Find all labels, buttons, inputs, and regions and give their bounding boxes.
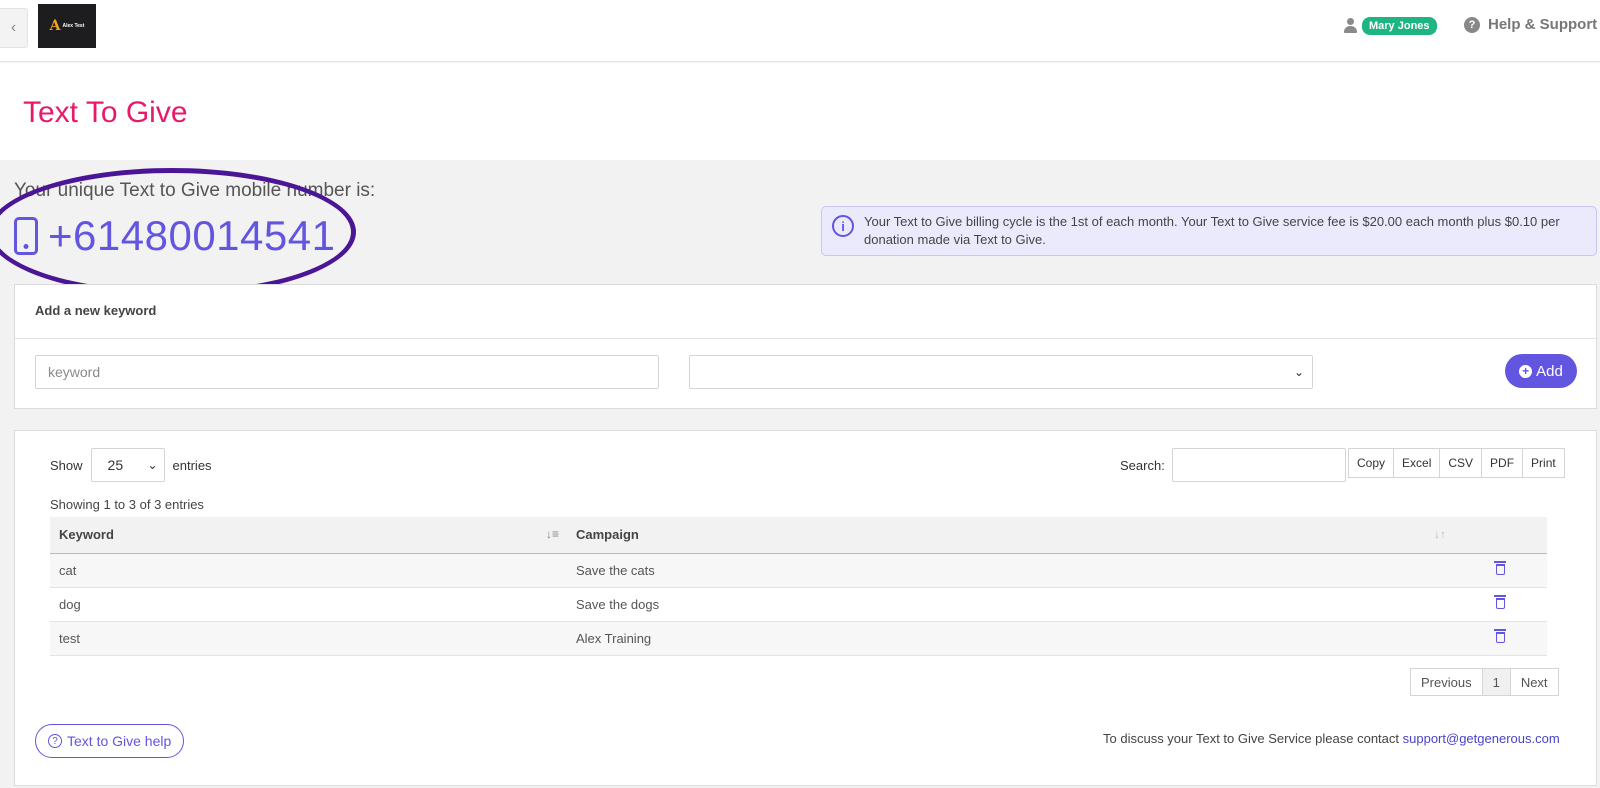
mobile-number-row: +61480014541 xyxy=(14,212,335,260)
support-email-link[interactable]: support@getgenerous.com xyxy=(1403,731,1560,746)
question-circle-icon: ? xyxy=(48,734,62,748)
info-icon: i xyxy=(832,215,854,237)
page-length-control: Show 25 ⌄ entries xyxy=(50,448,212,482)
trash-icon xyxy=(1494,594,1506,609)
billing-info-alert: i Your Text to Give billing cycle is the… xyxy=(821,206,1597,256)
keyword-cell: dog xyxy=(50,587,567,622)
contact-label: To discuss your Text to Give Service ple… xyxy=(1103,731,1400,746)
copy-button[interactable]: Copy xyxy=(1348,448,1395,478)
page-1-button[interactable]: 1 xyxy=(1481,668,1511,696)
add-keyword-heading: Add a new keyword xyxy=(15,285,1596,339)
column-header-actions xyxy=(1454,517,1547,554)
trash-icon xyxy=(1494,628,1506,643)
top-bar: ‹ A Alex Test Mary Jones ? Help & Suppor… xyxy=(0,0,1600,62)
org-logo[interactable]: A Alex Test xyxy=(38,4,96,48)
user-icon xyxy=(1344,18,1357,34)
help-support-label: Help & Support xyxy=(1488,16,1598,33)
pdf-button[interactable]: PDF xyxy=(1481,448,1524,478)
text-to-give-help-button[interactable]: ? Text to Give help xyxy=(35,724,185,758)
logo-text: Alex Test xyxy=(62,23,85,29)
user-name-badge[interactable]: Mary Jones xyxy=(1362,17,1437,35)
keywords-table: Keyword ↓≡ Campaign ↓↑ cat Save the cats d… xyxy=(50,517,1547,656)
page-length-select[interactable]: 25 ⌄ xyxy=(90,448,165,482)
excel-button[interactable]: Excel xyxy=(1393,448,1441,478)
previous-page-button[interactable]: Previous xyxy=(1410,668,1483,696)
entries-label: entries xyxy=(172,457,212,473)
pagination: Previous 1 Next xyxy=(1410,668,1559,696)
campaign-cell: Alex Training xyxy=(567,621,1454,656)
title-band xyxy=(0,63,1600,160)
print-button[interactable]: Print xyxy=(1522,448,1565,478)
help-support-link[interactable]: ? Help & Support xyxy=(1464,16,1597,33)
delete-button[interactable] xyxy=(1454,621,1547,656)
add-keyword-button[interactable]: + Add xyxy=(1505,354,1577,388)
table-search: Search: xyxy=(1120,448,1346,482)
keyword-cell: cat xyxy=(50,553,567,588)
chevron-left-icon: ‹ xyxy=(10,19,17,36)
sort-asc-icon: ↓≡ xyxy=(545,527,559,541)
page-length-value: 25 xyxy=(107,457,124,473)
question-circle-icon: ? xyxy=(1464,16,1480,33)
logo-mark: A xyxy=(49,18,61,34)
page-title: Text To Give xyxy=(23,96,188,129)
mobile-phone-icon xyxy=(14,217,38,255)
table-row: dog Save the dogs xyxy=(50,587,1547,622)
plus-circle-icon: + xyxy=(1519,364,1533,378)
chevron-down-icon: ⌄ xyxy=(147,458,158,472)
keyword-cell: test xyxy=(50,621,567,656)
csv-button[interactable]: CSV xyxy=(1439,448,1483,478)
export-buttons: Copy Excel CSV PDF Print xyxy=(1348,448,1565,478)
billing-info-text: Your Text to Give billing cycle is the 1… xyxy=(864,214,1560,247)
contact-text: To discuss your Text to Give Service ple… xyxy=(1103,731,1560,746)
mobile-number-value: +61480014541 xyxy=(48,212,336,259)
next-page-button[interactable]: Next xyxy=(1509,668,1559,696)
table-row: test Alex Training xyxy=(50,621,1547,656)
back-button[interactable]: ‹ xyxy=(0,8,28,48)
column-header-campaign[interactable]: Campaign ↓↑ xyxy=(567,517,1454,554)
column-header-keyword[interactable]: Keyword ↓≡ xyxy=(50,517,567,554)
keywords-table-card: Show 25 ⌄ entries Search: Copy Excel CSV… xyxy=(14,430,1597,786)
user-menu[interactable]: Mary Jones xyxy=(1344,17,1437,35)
campaign-select[interactable]: ⌄ xyxy=(689,355,1313,389)
add-keyword-card: Add a new keyword ⌄ + Add xyxy=(14,284,1597,409)
campaign-cell: Save the cats xyxy=(567,553,1454,588)
search-label: Search: xyxy=(1120,457,1165,473)
chevron-down-icon: ⌄ xyxy=(1293,365,1304,379)
search-input[interactable] xyxy=(1171,448,1346,482)
delete-button[interactable] xyxy=(1454,553,1547,588)
campaign-cell: Save the dogs xyxy=(567,587,1454,622)
mobile-number-label: Your unique Text to Give mobile number i… xyxy=(14,180,376,201)
help-button-label: Text to Give help xyxy=(67,733,172,749)
trash-icon xyxy=(1494,560,1506,575)
showing-entries-info: Showing 1 to 3 of 3 entries xyxy=(50,497,204,512)
table-row: cat Save the cats xyxy=(50,553,1547,588)
delete-button[interactable] xyxy=(1454,587,1547,622)
sort-both-icon: ↓↑ xyxy=(1434,527,1446,541)
keyword-input[interactable] xyxy=(35,355,659,389)
show-label: Show xyxy=(50,457,83,473)
add-button-label: Add xyxy=(1536,362,1563,380)
